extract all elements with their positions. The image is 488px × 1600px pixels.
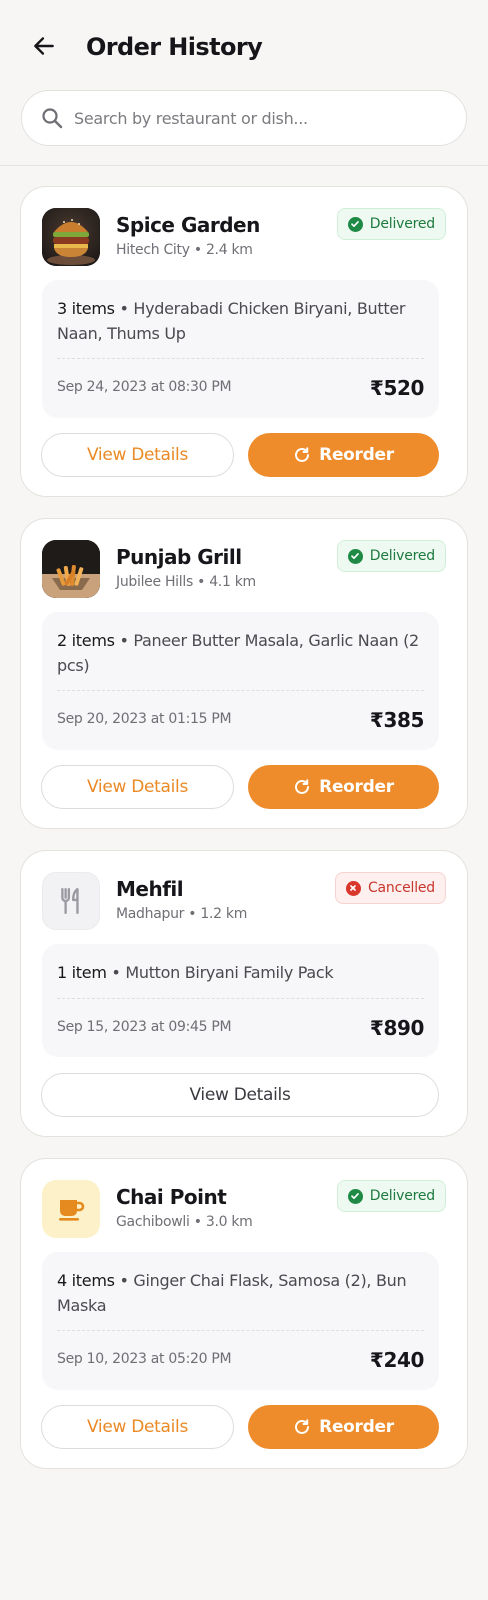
reorder-button[interactable]: Reorder — [248, 765, 439, 809]
order-card: Chai Point Gachibowli • 3.0 km Delivered… — [20, 1158, 468, 1469]
refresh-icon — [295, 1419, 310, 1434]
reorder-label: Reorder — [319, 445, 394, 465]
restaurant-meta: Hitech City • 2.4 km — [116, 242, 253, 258]
restaurant-meta: Jubilee Hills • 4.1 km — [116, 574, 256, 590]
reorder-button[interactable]: Reorder — [248, 433, 439, 477]
item-count: 1 item — [57, 963, 107, 982]
restaurant-location: Gachibowli — [116, 1214, 190, 1230]
status-label: Delivered — [369, 216, 435, 232]
restaurant-meta: Gachibowli • 3.0 km — [116, 1214, 253, 1230]
restaurant-distance: 2.4 km — [205, 242, 253, 258]
restaurant-thumbnail — [42, 540, 100, 598]
view-details-label: View Details — [189, 1085, 291, 1105]
status-badge: Delivered — [336, 1180, 446, 1212]
order-items: 1 item • Mutton Biryani Family Pack — [57, 963, 334, 982]
order-date: Sep 20, 2023 at 01:15 PM — [57, 711, 232, 727]
restaurant-name[interactable]: Spice Garden — [116, 213, 260, 237]
order-summary: 1 item • Mutton Biryani Family Pack Sep … — [42, 944, 439, 1057]
order-items: 4 items • Ginger Chai Flask, Samosa (2),… — [57, 1271, 407, 1315]
coffee-cup-icon — [59, 1200, 85, 1221]
restaurant-thumbnail — [42, 1180, 100, 1238]
restaurant-distance: 3.0 km — [205, 1214, 253, 1230]
view-details-label: View Details — [86, 777, 189, 797]
order-total: ₹240 — [369, 1348, 424, 1372]
restaurant-meta: Madhapur • 1.2 km — [116, 906, 248, 922]
order-total: ₹890 — [369, 1016, 424, 1040]
restaurant-distance: 1.2 km — [200, 906, 248, 922]
order-total: ₹520 — [369, 376, 424, 400]
burger-photo — [42, 208, 100, 266]
order-card: Punjab Grill Jubilee Hills • 4.1 km Deli… — [20, 518, 468, 829]
restaurant-name[interactable]: Chai Point — [116, 1185, 227, 1209]
reorder-label: Reorder — [319, 777, 394, 797]
search-bar[interactable] — [21, 90, 467, 146]
status-badge: Delivered — [336, 540, 446, 572]
arrow-left-icon — [34, 37, 54, 55]
check-circle-icon — [347, 216, 363, 232]
order-summary: 3 items • Hyderabadi Chicken Biryani, Bu… — [42, 280, 439, 418]
status-badge: Cancelled — [334, 872, 446, 904]
restaurant-location: Madhapur — [116, 906, 185, 922]
restaurant-thumbnail — [42, 208, 100, 266]
refresh-icon — [295, 447, 310, 462]
divider — [57, 998, 424, 999]
divider — [57, 1330, 424, 1331]
restaurant-name[interactable]: Mehfil — [116, 877, 184, 901]
check-circle-icon — [347, 548, 363, 564]
view-details-label: View Details — [86, 1417, 189, 1437]
status-label: Delivered — [369, 1188, 435, 1204]
reorder-button[interactable]: Reorder — [248, 1405, 439, 1449]
reorder-label: Reorder — [319, 1417, 394, 1437]
refresh-icon — [295, 779, 310, 794]
view-details-button[interactable]: View Details — [41, 1405, 234, 1449]
item-count: 2 items — [57, 631, 115, 650]
search-icon — [40, 106, 64, 130]
divider — [57, 690, 424, 691]
utensils-icon — [61, 887, 79, 915]
search-input[interactable] — [74, 108, 434, 128]
status-badge: Delivered — [336, 208, 446, 240]
fries-photo — [42, 540, 100, 598]
check-circle-icon — [347, 1188, 363, 1204]
view-details-button[interactable]: View Details — [41, 433, 234, 477]
order-items: 2 items • Paneer Butter Masala, Garlic N… — [57, 631, 419, 675]
app-header: Order History — [0, 0, 488, 166]
restaurant-distance: 4.1 km — [209, 574, 256, 590]
order-date: Sep 10, 2023 at 05:20 PM — [57, 1351, 232, 1367]
order-date: Sep 24, 2023 at 08:30 PM — [57, 379, 232, 395]
order-card: Mehfil Madhapur • 1.2 km Cancelled 1 ite… — [20, 850, 468, 1137]
status-label: Cancelled — [367, 880, 435, 896]
order-card: Spice Garden Hitech City • 2.4 km Delive… — [20, 186, 468, 497]
restaurant-location: Hitech City — [116, 242, 190, 258]
x-circle-icon — [345, 880, 361, 896]
item-count: 4 items — [57, 1271, 115, 1290]
order-total: ₹385 — [369, 708, 424, 732]
status-label: Delivered — [369, 548, 435, 564]
view-details-button[interactable]: View Details — [41, 765, 234, 809]
restaurant-location: Jubilee Hills — [116, 574, 193, 590]
restaurant-thumbnail — [42, 872, 100, 930]
item-list: Mutton Biryani Family Pack — [125, 963, 334, 982]
page-title: Order History — [86, 33, 263, 61]
back-button[interactable] — [28, 30, 60, 62]
order-date: Sep 15, 2023 at 09:45 PM — [57, 1019, 232, 1035]
view-details-label: View Details — [86, 445, 189, 465]
order-summary: 2 items • Paneer Butter Masala, Garlic N… — [42, 612, 439, 750]
item-count: 3 items — [57, 299, 115, 318]
divider — [57, 358, 424, 359]
order-items: 3 items • Hyderabadi Chicken Biryani, Bu… — [57, 299, 406, 343]
view-details-button[interactable]: View Details — [41, 1073, 439, 1117]
order-summary: 4 items • Ginger Chai Flask, Samosa (2),… — [42, 1252, 439, 1390]
restaurant-name[interactable]: Punjab Grill — [116, 545, 242, 569]
